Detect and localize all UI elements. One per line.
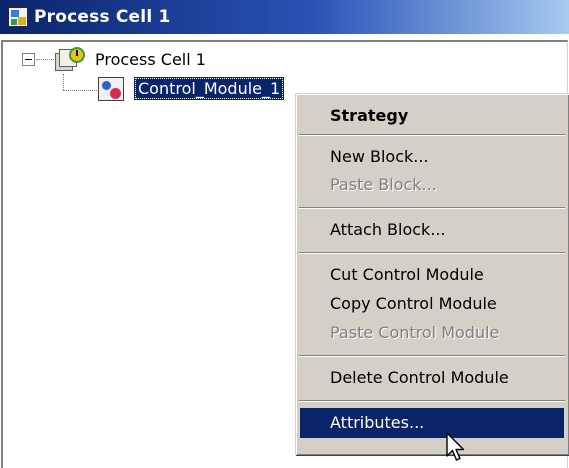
menu-item-attach-block[interactable]: Attach Block...	[300, 215, 564, 245]
menu-separator	[299, 355, 565, 357]
menu-separator	[299, 400, 565, 402]
context-menu: Strategy New Block... Paste Block... Att…	[295, 93, 569, 455]
tree-connector-line	[36, 59, 54, 60]
menu-item-new-block[interactable]: New Block...	[300, 142, 564, 172]
menu-separator	[299, 252, 565, 254]
menu-item-cut-control-module[interactable]: Cut Control Module	[300, 260, 564, 290]
process-cell-icon	[55, 47, 85, 75]
menu-item-paste-block[interactable]: Paste Block...	[300, 170, 564, 200]
menu-item-delete-control-module[interactable]: Delete Control Module	[300, 363, 564, 393]
tree-connector-line	[63, 74, 64, 90]
arrow-cursor-icon	[446, 432, 465, 461]
menu-item-copy-control-module[interactable]: Copy Control Module	[300, 289, 564, 319]
window-title: Process Cell 1	[34, 7, 171, 27]
window-title-bar[interactable]: Process Cell 1	[0, 0, 569, 34]
tree-node-process-cell[interactable]: Process Cell 1	[95, 50, 206, 69]
process-cell-window-icon	[8, 7, 28, 27]
menu-item-paste-control-module[interactable]: Paste Control Module	[300, 318, 564, 348]
menu-item-strategy[interactable]: Strategy	[300, 101, 564, 131]
tree-connector-line	[63, 90, 97, 91]
control-module-icon	[98, 77, 124, 101]
tree-node-control-module[interactable]: Control_Module_1	[134, 77, 285, 100]
menu-separator	[299, 134, 565, 136]
tree-collapse-toggle[interactable]	[22, 53, 35, 66]
menu-separator	[299, 207, 565, 209]
menu-item-attributes[interactable]: Attributes...	[300, 408, 564, 438]
